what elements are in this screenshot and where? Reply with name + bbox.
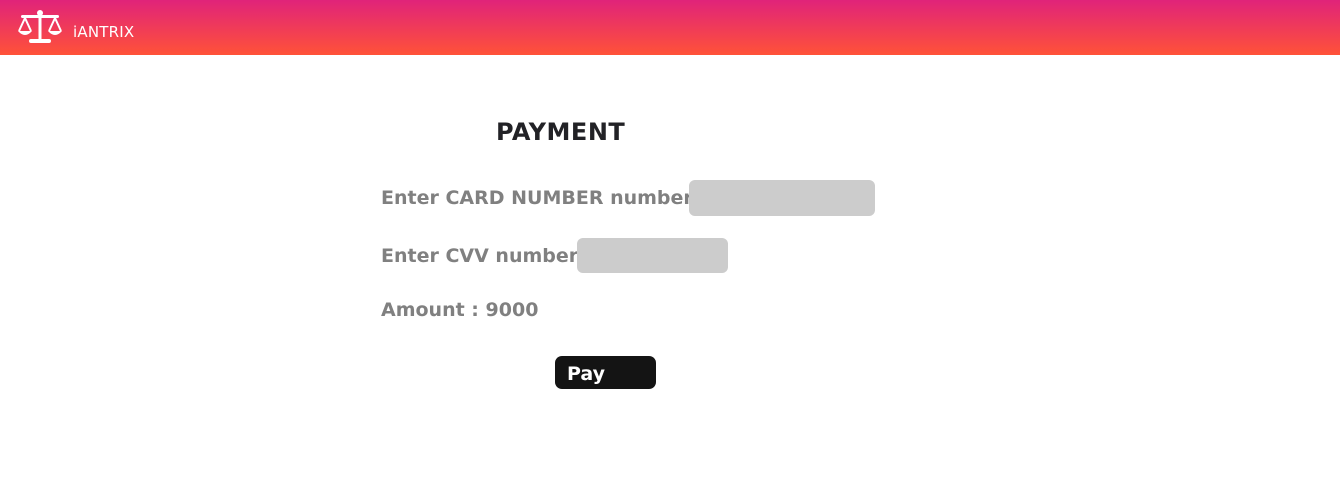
page-title: PAYMENT (496, 118, 626, 146)
cvv-label: Enter CVV number: (381, 245, 586, 267)
top-navbar: iANTRIX (0, 0, 1340, 55)
scales-of-justice-icon[interactable] (17, 9, 63, 45)
cvv-input[interactable] (577, 238, 728, 273)
pay-now-button[interactable]: Pay Now (555, 356, 656, 421)
card-number-label: Enter CARD NUMBER number: (381, 187, 701, 209)
amount-row: Amount : 9000 (381, 299, 538, 321)
amount-label: Amount : (381, 299, 486, 321)
amount-value: 9000 (485, 299, 539, 321)
card-number-input[interactable] (689, 180, 875, 216)
brand-name[interactable]: iANTRIX (73, 23, 134, 41)
